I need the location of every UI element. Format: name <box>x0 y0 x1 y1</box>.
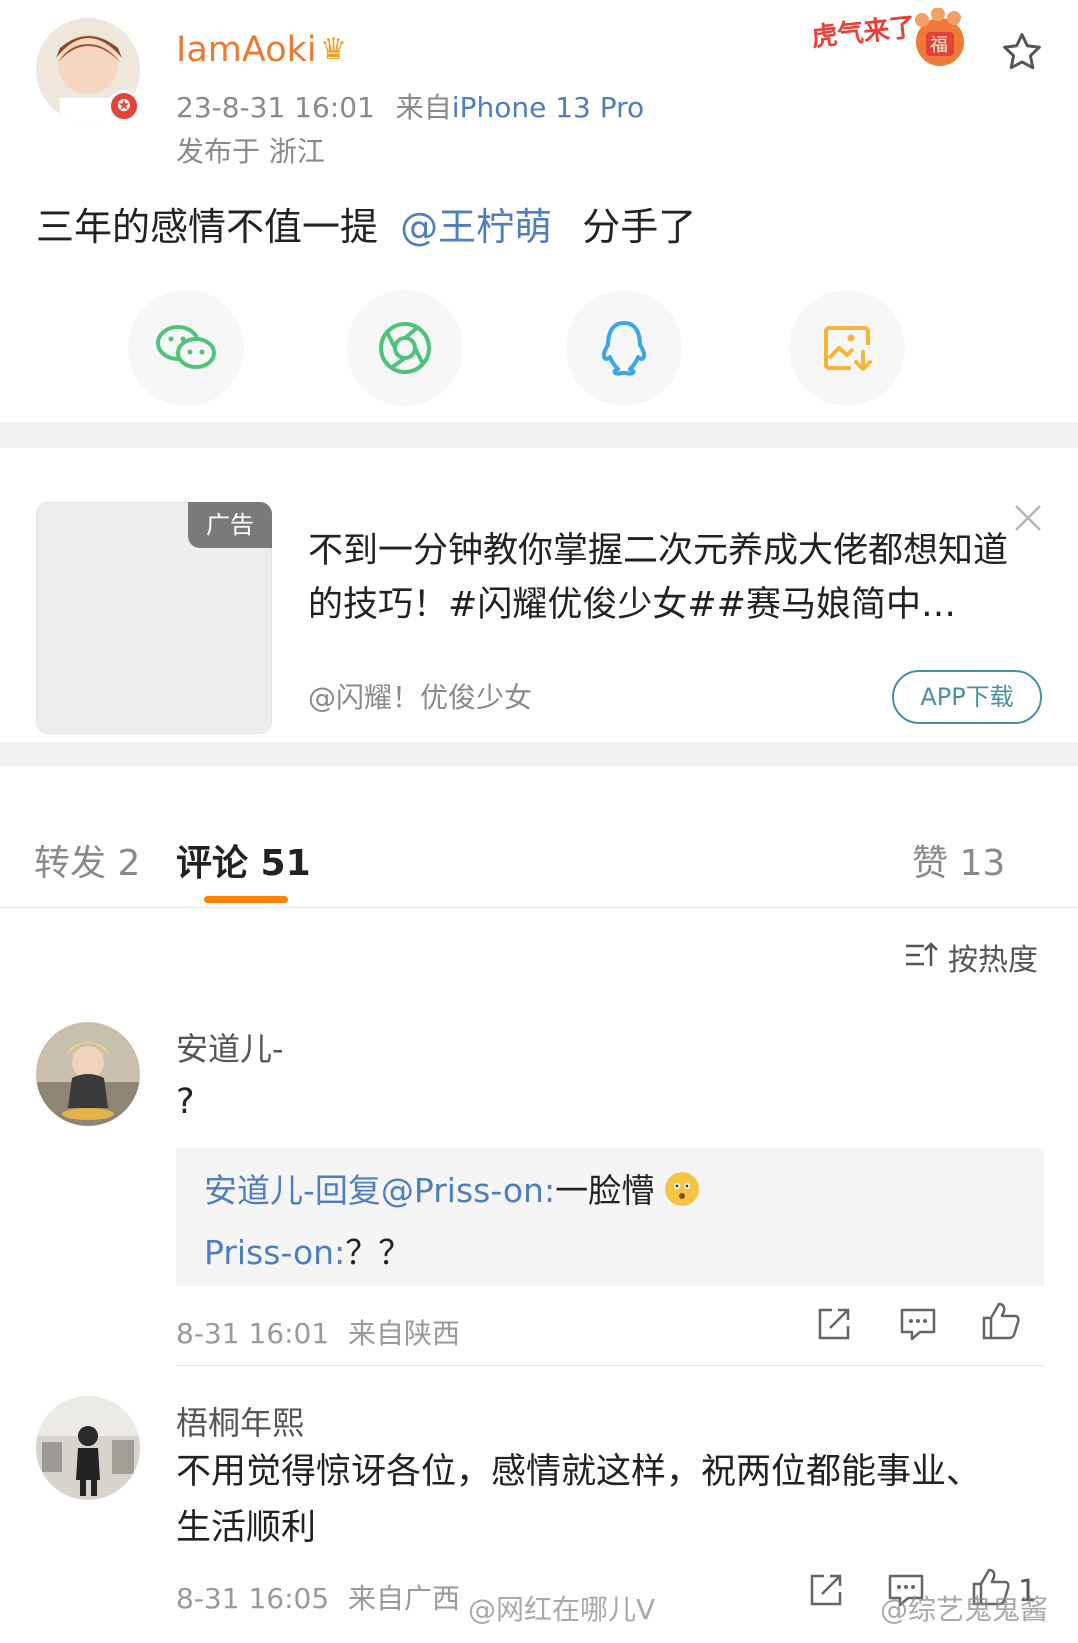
festive-badge-char: 福 <box>930 35 948 55</box>
commenter-name[interactable]: 梧桐年熙 <box>176 1398 304 1444</box>
section-gap <box>0 742 1078 766</box>
reply-line: Priss-on:？？ <box>204 1226 411 1274</box>
comment-time: 8-31 16:05 <box>176 1582 330 1615</box>
active-tab-indicator <box>204 896 288 903</box>
ad-tag: 广告 <box>188 502 272 548</box>
like-icon[interactable] <box>980 1300 1024 1344</box>
commenter-name[interactable]: 安道儿- <box>176 1024 284 1070</box>
comment-text: ? <box>176 1082 195 1122</box>
comment-meta: 8-31 16:01 来自陕西 <box>176 1312 460 1352</box>
post-content: 三年的感情不值一提 @王柠萌 分手了 <box>36 196 696 251</box>
tab-comment[interactable]: 评论 51 <box>176 834 311 886</box>
comment-meta: 8-31 16:05 来自广西 <box>176 1577 460 1617</box>
commenter-avatar[interactable] <box>36 1396 140 1500</box>
festive-badge-text: 虎气来了 <box>812 11 917 52</box>
reply-line: 安道儿-回复@Priss-on:一脸懵 <box>204 1164 699 1212</box>
reply-author[interactable]: 安道儿-回复@Priss-on: <box>204 1171 555 1210</box>
star-icon[interactable] <box>1000 30 1044 74</box>
post-location: 发布于 浙江 <box>176 135 325 168</box>
confused-emoji-icon <box>664 1172 699 1206</box>
post-text-before: 三年的感情不值一提 <box>36 205 379 249</box>
commenter-avatar[interactable] <box>36 1022 140 1126</box>
weibo-post: ✪ IamAoki ♛ 23-8-31 16:01 来自iPhone 13 Pr… <box>0 0 1078 440</box>
share-qq-button[interactable] <box>566 290 682 406</box>
wechat-icon <box>156 325 216 369</box>
share-moments-button[interactable] <box>347 290 463 406</box>
save-image-icon <box>824 326 872 371</box>
comment-location: 来自陕西 <box>348 1317 461 1350</box>
comment-location: 来自广西 <box>348 1582 461 1615</box>
reply-text: ？？ <box>345 1233 412 1272</box>
share-wechat-button[interactable] <box>128 290 244 406</box>
post-mention[interactable]: @王柠萌 <box>400 205 552 249</box>
tab-like[interactable]: 赞 13 <box>912 834 1005 886</box>
share-row <box>0 290 1078 410</box>
save-image-button[interactable] <box>789 290 905 406</box>
tab-repost[interactable]: 转发 2 <box>34 834 140 886</box>
ad-title[interactable]: 不到一分钟教你掌握二次元养成大佬都想知道的技巧！#闪耀优俊少女##赛马娘简中… <box>308 524 1028 632</box>
watermark: @网红在哪儿V <box>468 1593 656 1626</box>
qq-icon <box>601 321 647 376</box>
share-icon[interactable] <box>814 1304 858 1348</box>
source-prefix: 来自 <box>395 91 452 124</box>
sort-icon[interactable] <box>904 938 940 974</box>
ad-card[interactable]: 广告 不到一分钟教你掌握二次元养成大佬都想知道的技巧！#闪耀优俊少女##赛马娘简… <box>0 470 1078 760</box>
comment-text: 不用觉得惊讶各位，感情就这样，祝两位都能事业、生活顺利 <box>176 1452 982 1548</box>
post-timestamp: 23-8-31 16:01 <box>176 91 375 124</box>
ad-source[interactable]: @闪耀！优俊少女 <box>308 676 532 716</box>
moments-icon <box>379 322 431 374</box>
post-text-after: 分手了 <box>582 205 697 249</box>
sort-label[interactable]: 按热度 <box>948 935 1038 979</box>
comment-time: 8-31 16:01 <box>176 1317 330 1350</box>
interaction-tabs: 转发 2 评论 51 赞 13 <box>0 800 1078 908</box>
crown-icon: ♛ <box>320 32 347 67</box>
comment-divider <box>176 1365 1044 1366</box>
post-device: iPhone 13 Pro <box>451 91 645 124</box>
vip-badge-icon: ✪ <box>108 90 140 122</box>
reply-text: 一脸懵 <box>555 1171 655 1210</box>
author-username[interactable]: IamAoki <box>176 30 317 70</box>
section-gap <box>0 422 1078 448</box>
reply-preview-box[interactable]: 安道儿-回复@Priss-on:一脸懵 Priss-on:？？ <box>176 1148 1044 1286</box>
app-download-button[interactable]: APP下载 <box>892 670 1042 724</box>
share-icon[interactable] <box>806 1570 850 1614</box>
comment-icon[interactable] <box>898 1304 942 1348</box>
festive-badge[interactable]: 虎气来了 福 <box>810 7 992 70</box>
post-meta: 23-8-31 16:01 来自iPhone 13 Pro <box>176 86 644 126</box>
reply-author[interactable]: Priss-on: <box>204 1233 345 1272</box>
watermark: @综艺鬼鬼酱 <box>880 1593 1049 1626</box>
